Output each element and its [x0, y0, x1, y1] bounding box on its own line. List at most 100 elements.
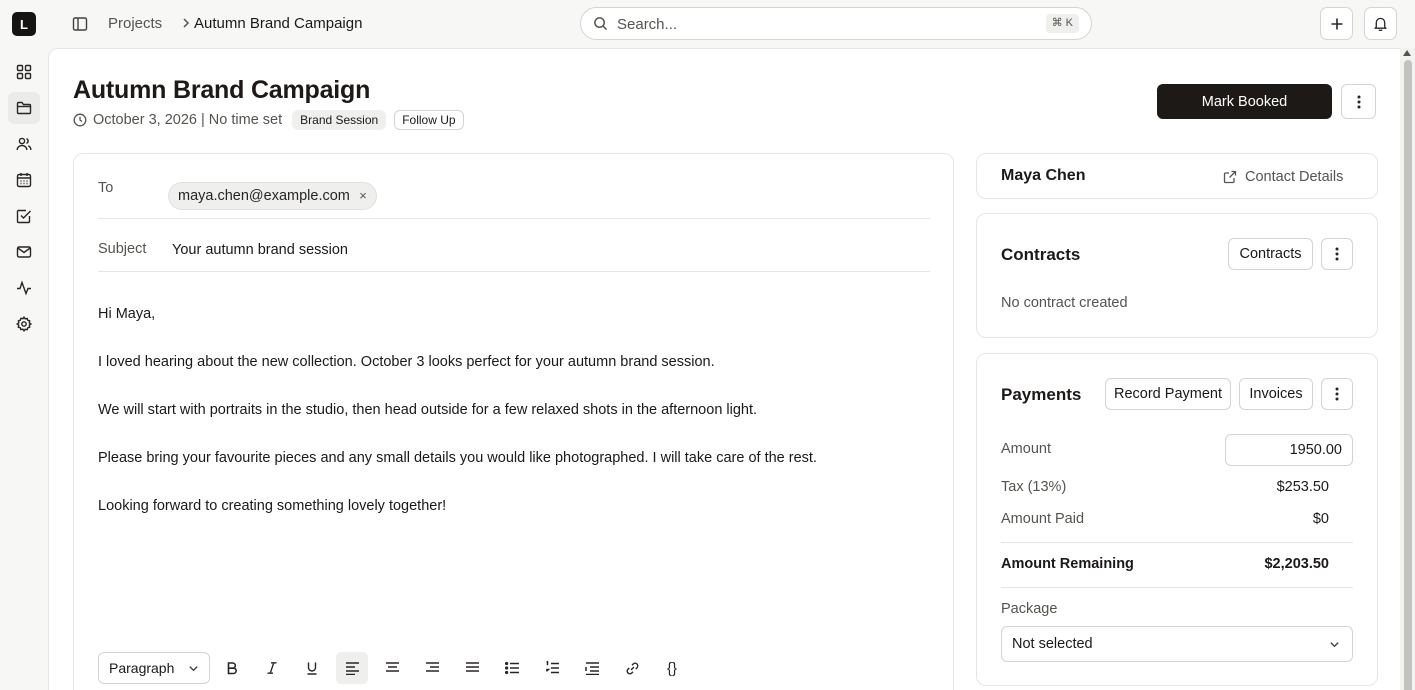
sidebar-item-dashboard[interactable] [8, 56, 40, 88]
add-button[interactable] [1320, 7, 1353, 40]
align-justify-button[interactable] [456, 652, 488, 684]
tax-value: $253.50 [1276, 479, 1329, 495]
body-paragraph: We will start with portraits in the stud… [98, 402, 758, 418]
contracts-empty-text: No contract created [1001, 295, 1128, 311]
notifications-button[interactable] [1364, 7, 1397, 40]
amount-input[interactable]: 1950.00 [1225, 434, 1353, 466]
align-right-button[interactable] [416, 652, 448, 684]
package-select[interactable]: Not selected [1001, 626, 1353, 662]
search-input[interactable]: Search... [617, 16, 677, 33]
search-shortcut-badge: ⌘ K [1045, 14, 1079, 33]
sidebar-item-calendar[interactable] [8, 164, 40, 196]
package-label: Package [1001, 601, 1058, 617]
numbered-list-button[interactable] [536, 652, 568, 684]
tag-follow-up[interactable]: Follow Up [394, 110, 464, 130]
contracts-button[interactable]: Contracts [1228, 238, 1313, 270]
bullet-list-button[interactable] [496, 652, 528, 684]
page-title: Autumn Brand Campaign [73, 76, 371, 104]
project-more-button[interactable] [1341, 84, 1376, 119]
calendar-icon [16, 172, 32, 188]
bold-icon [225, 661, 239, 675]
align-center-button[interactable] [376, 652, 408, 684]
mark-booked-button[interactable]: Mark Booked [1157, 84, 1332, 119]
editor-toolbar: Paragraph {} [98, 652, 698, 684]
subject-input[interactable]: Your autumn brand session [172, 242, 348, 258]
app-logo[interactable]: L [12, 12, 36, 36]
more-vertical-icon [1357, 95, 1361, 109]
more-vertical-icon [1335, 247, 1339, 261]
external-link-icon [1223, 170, 1237, 184]
record-payment-button[interactable]: Record Payment [1105, 378, 1231, 410]
contact-details-link[interactable]: Contact Details [1223, 169, 1343, 185]
link-button[interactable] [616, 652, 648, 684]
align-right-icon [425, 661, 440, 675]
breadcrumb-projects-link[interactable]: Projects [108, 15, 162, 32]
bullet-list-icon [504, 661, 520, 675]
body-paragraph: Looking forward to creating something lo… [98, 498, 447, 514]
payments-card: Payments Record Payment Invoices Amount … [976, 353, 1378, 686]
divider [98, 271, 930, 272]
sidebar-item-tasks[interactable] [8, 200, 40, 232]
amount-remaining-label: Amount Remaining [1001, 556, 1134, 572]
mail-icon [16, 244, 32, 260]
align-left-icon [345, 661, 360, 675]
package-value: Not selected [1012, 636, 1093, 652]
chevron-right-icon [180, 17, 192, 29]
underline-button[interactable] [296, 652, 328, 684]
breadcrumb-current: Autumn Brand Campaign [194, 15, 363, 32]
align-justify-icon [465, 661, 480, 675]
italic-icon [265, 661, 279, 675]
sidebar-item-contacts[interactable] [8, 128, 40, 160]
block-style-select[interactable]: Paragraph [98, 652, 210, 684]
indent-list-button[interactable] [576, 652, 608, 684]
project-date: October 3, 2026 | No time set [93, 112, 283, 128]
body-paragraph: I loved hearing about the new collection… [98, 354, 715, 370]
code-button[interactable]: {} [656, 652, 688, 684]
recipient-chip[interactable]: maya.chen@example.com × [168, 182, 377, 210]
sidebar-toggle-button[interactable] [65, 9, 95, 39]
contact-name: Maya Chen [1001, 167, 1086, 184]
align-left-button[interactable] [336, 652, 368, 684]
sidebar-item-settings[interactable] [8, 308, 40, 340]
more-vertical-icon [1335, 387, 1339, 401]
remove-recipient-button[interactable]: × [359, 183, 367, 209]
divider [98, 218, 930, 219]
bell-icon [1373, 16, 1388, 31]
tax-label: Tax (13%) [1001, 479, 1067, 495]
tag-brand-session[interactable]: Brand Session [292, 110, 387, 130]
main-panel: Autumn Brand Campaign October 3, 2026 | … [48, 48, 1400, 690]
contracts-card: Contracts Contracts No contract created [976, 213, 1378, 338]
numbered-list-icon [545, 661, 560, 675]
sidebar-item-projects[interactable] [8, 92, 40, 124]
users-icon [16, 136, 32, 152]
scrollbar-thumb[interactable] [1404, 60, 1412, 690]
invoices-button[interactable]: Invoices [1239, 378, 1313, 410]
sidebar-item-mail[interactable] [8, 236, 40, 268]
gear-icon [16, 316, 32, 332]
bold-button[interactable] [216, 652, 248, 684]
link-icon [625, 661, 640, 676]
checkbox-icon [16, 208, 32, 224]
divider [1001, 587, 1353, 588]
sidebar-toggle-icon [72, 16, 88, 32]
app-sidebar: L [0, 0, 48, 690]
search-box[interactable]: Search... ⌘ K [580, 7, 1092, 40]
divider [1001, 542, 1353, 543]
italic-button[interactable] [256, 652, 288, 684]
folder-icon [16, 100, 32, 116]
chevron-down-icon [188, 663, 199, 674]
payments-more-button[interactable] [1321, 378, 1353, 410]
chevron-down-icon [1329, 639, 1340, 650]
search-icon [593, 16, 608, 31]
page-scrollbar[interactable] [1400, 48, 1415, 690]
list-indent-icon [584, 661, 600, 675]
activity-icon [16, 280, 32, 296]
contact-details-label: Contact Details [1245, 169, 1344, 185]
plus-icon [1330, 17, 1344, 31]
scroll-up-arrow-icon[interactable] [1403, 50, 1411, 56]
sidebar-item-activity[interactable] [8, 272, 40, 304]
block-style-value: Paragraph [109, 660, 175, 676]
contracts-more-button[interactable] [1321, 238, 1353, 270]
code-braces-icon: {} [666, 659, 678, 677]
amount-label: Amount [1001, 441, 1051, 457]
